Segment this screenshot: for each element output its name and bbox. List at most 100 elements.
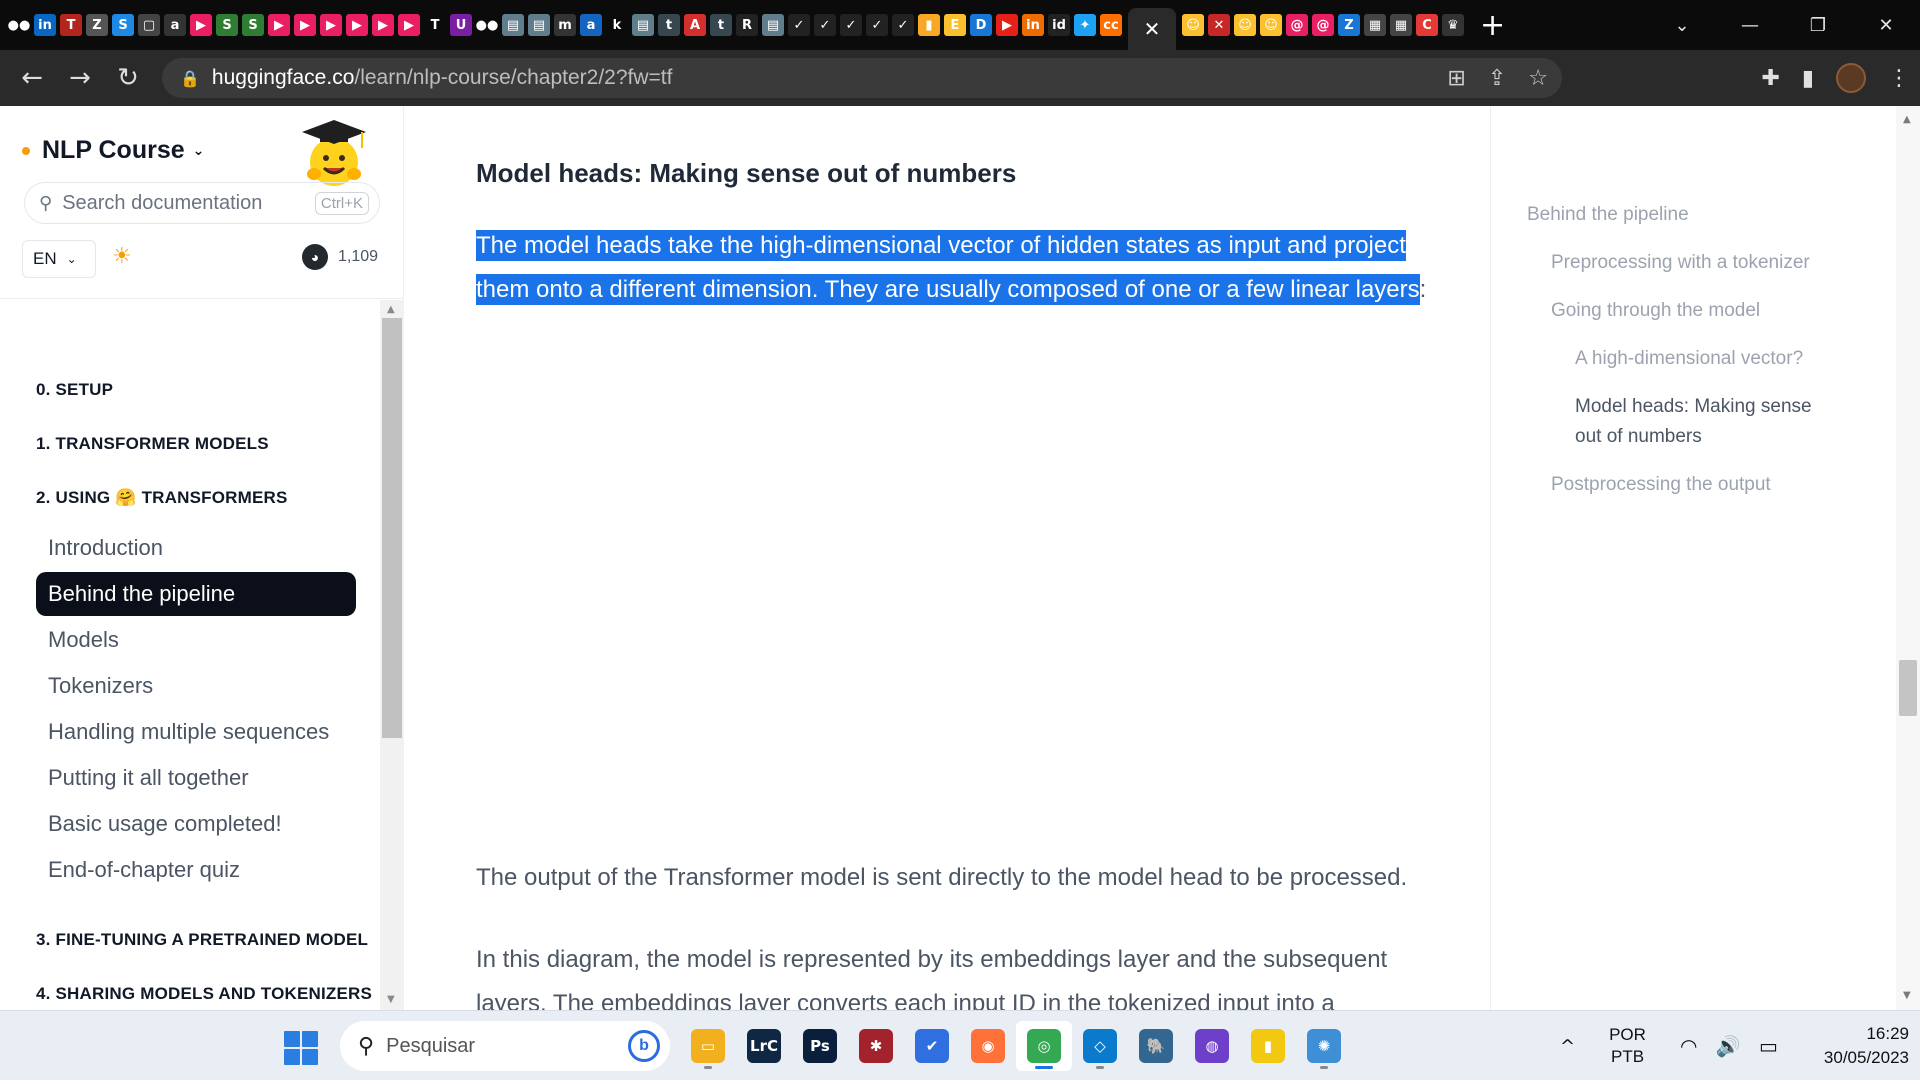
u-icon[interactable]: U [450,14,472,36]
cc-icon[interactable]: cc [1100,14,1122,36]
s-icon[interactable]: S [112,14,134,36]
sidebar-item-putting-it-all-together[interactable]: Putting it all together [36,756,356,800]
reload-button[interactable]: ↻ [104,50,152,106]
tray-overflow-chevron-icon[interactable]: ^ [1560,1036,1575,1057]
profile-avatar[interactable] [1836,63,1866,93]
r-icon[interactable]: R [736,14,758,36]
selected-paragraph[interactable]: The model heads take the high-dimensiona… [476,224,1476,312]
sidebar-item-models[interactable]: Models [36,618,356,662]
minimize-button[interactable]: — [1716,0,1784,50]
bing-icon[interactable]: b [628,1030,660,1062]
taskbar-search-box[interactable]: ⚲ Pesquisar b [340,1021,670,1071]
bookmark-icon[interactable]: ▮ [918,14,940,36]
play-pink-icon[interactable]: ▶ [372,14,394,36]
play-pink-icon[interactable]: ▶ [268,14,290,36]
doc-icon[interactable]: ▤ [502,14,524,36]
check-icon[interactable]: ✓ [840,14,862,36]
taskbar-app-app-globe[interactable]: ✺ [1296,1021,1352,1071]
youtube-icon[interactable]: ▶ [996,14,1018,36]
grid-icon[interactable]: ▦ [1390,14,1412,36]
taskbar-app-mendeley[interactable]: ✱ [848,1021,904,1071]
scroll-down-arrow-icon[interactable]: ▼ [387,994,395,1005]
chapter-3-fine-tuning[interactable]: 3. FINE-TUNING A PRETRAINED MODEL [36,930,368,950]
chapter-1-transformer-models[interactable]: 1. TRANSFORMER MODELS [36,434,269,454]
x-icon[interactable]: ✕ [1208,14,1230,36]
dtn-icon[interactable]: D [970,14,992,36]
bird-icon[interactable]: ✦ [1074,14,1096,36]
search-documentation-input[interactable]: ⚲ Search documentation Ctrl+K [24,182,380,224]
taskbar-app-todo[interactable]: ✔ [904,1021,960,1071]
toc-model-heads[interactable]: Model heads: Making sense out of numbers [1575,392,1835,452]
chapter-2-using-transformers[interactable]: 2. USING 🤗 TRANSFORMERS [36,488,288,508]
taskbar-app-vscode[interactable]: ◇ [1072,1021,1128,1071]
id-icon[interactable]: id [1048,14,1070,36]
s-green-icon[interactable]: S [216,14,238,36]
toc-preprocessing-with-a-tokenizer[interactable]: Preprocessing with a tokenizer [1551,248,1810,278]
sidebar-scrollbar-thumb[interactable] [382,318,402,738]
close-window-button[interactable]: ✕ [1852,0,1920,50]
sidebar-item-end-of-chapter-quiz[interactable]: End-of-chapter quiz [36,848,356,892]
dots-icon[interactable]: ●● [8,14,30,36]
t-white-icon[interactable]: T [424,14,446,36]
crown-icon[interactable]: ♛ [1442,14,1464,36]
doc-icon[interactable]: ▤ [528,14,550,36]
bookmark-star-icon[interactable]: ☆ [1528,66,1548,91]
in-orange-icon[interactable]: in [1022,14,1044,36]
scroll-up-arrow-icon[interactable]: ▲ [387,304,395,315]
spiral-icon[interactable]: @ [1286,14,1308,36]
check-icon[interactable]: ✓ [814,14,836,36]
new-tab-button[interactable]: + [1480,8,1505,43]
t-red-icon[interactable]: T [60,14,82,36]
side-panel-icon[interactable]: ▮ [1802,66,1814,91]
play-pink-icon[interactable]: ▶ [398,14,420,36]
a-circle-icon[interactable]: a [580,14,602,36]
spiral-icon[interactable]: @ [1312,14,1334,36]
github-link[interactable]: ◕ 1,109 [302,244,378,270]
doc-icon[interactable]: ▤ [632,14,654,36]
browser-menu-icon[interactable]: ⋮ [1888,66,1910,91]
theme-toggle-sun-icon[interactable]: ☀ [112,244,132,269]
scroll-down-arrow-icon[interactable]: ▼ [1903,990,1911,1001]
m-icon[interactable]: m [554,14,576,36]
toc-postprocessing-the-output[interactable]: Postprocessing the output [1551,470,1771,500]
restore-button[interactable]: ❐ [1784,0,1852,50]
sidebar-item-tokenizers[interactable]: Tokenizers [36,664,356,708]
play-pink-icon[interactable]: ▶ [320,14,342,36]
emoji-icon[interactable]: ☺ [1182,14,1204,36]
z-blue-icon[interactable]: Z [1338,14,1360,36]
play-pink-icon[interactable]: ▶ [190,14,212,36]
windows-start-button[interactable] [284,1031,318,1065]
check-icon[interactable]: ✓ [788,14,810,36]
translate-icon[interactable]: ⊞ [1447,66,1465,91]
toc-a-high-dimensional-vector[interactable]: A high-dimensional vector? [1575,344,1803,374]
scroll-up-arrow-icon[interactable]: ▲ [1903,114,1911,125]
sidebar-scrollbar[interactable]: ▲ ▼ [380,300,404,1010]
emoji-icon[interactable]: ☺ [1234,14,1256,36]
network-volume-battery-icons[interactable]: ◠ 🔊 ▭ [1680,1034,1784,1058]
sidebar-item-introduction[interactable]: Introduction [36,526,356,570]
taskbar-app-chrome[interactable]: ◎ [1016,1021,1072,1071]
taskbar-app-firefox[interactable]: ◉ [960,1021,1016,1071]
tds-icon[interactable]: t [710,14,732,36]
lock-icon[interactable]: 🔒 [180,69,200,88]
input-language-indicator[interactable]: POR PTB [1609,1024,1646,1068]
linkedin-icon[interactable]: in [34,14,56,36]
taskbar-app-file-explorer[interactable]: ▭ [680,1021,736,1071]
taskbar-app-lightroom-classic[interactable]: LrC [736,1021,792,1071]
chapter-0-setup[interactable]: 0. SETUP [36,380,113,400]
chapter-4-sharing-models[interactable]: 4. SHARING MODELS AND TOKENIZERS [36,984,372,1004]
check-icon[interactable]: ✓ [866,14,888,36]
sidebar-item-behind-the-pipeline[interactable]: Behind the pipeline [36,572,356,616]
doc-icon[interactable]: ▤ [762,14,784,36]
system-clock[interactable]: 16:29 30/05/2023 [1824,1022,1909,1070]
check-icon[interactable]: ✓ [892,14,914,36]
dots-icon[interactable]: ●● [476,14,498,36]
back-button[interactable]: ← [8,50,56,106]
taskbar-app-github-desktop[interactable]: ◍ [1184,1021,1240,1071]
k-icon[interactable]: k [606,14,628,36]
pdf-icon[interactable]: A [684,14,706,36]
address-bar[interactable]: 🔒 huggingface.co/learn/nlp-course/chapte… [162,58,1562,98]
tab-search-dropdown-button[interactable]: ⌄ [1648,0,1716,50]
share-icon[interactable]: ⇪ [1488,66,1506,91]
e-icon[interactable]: E [944,14,966,36]
